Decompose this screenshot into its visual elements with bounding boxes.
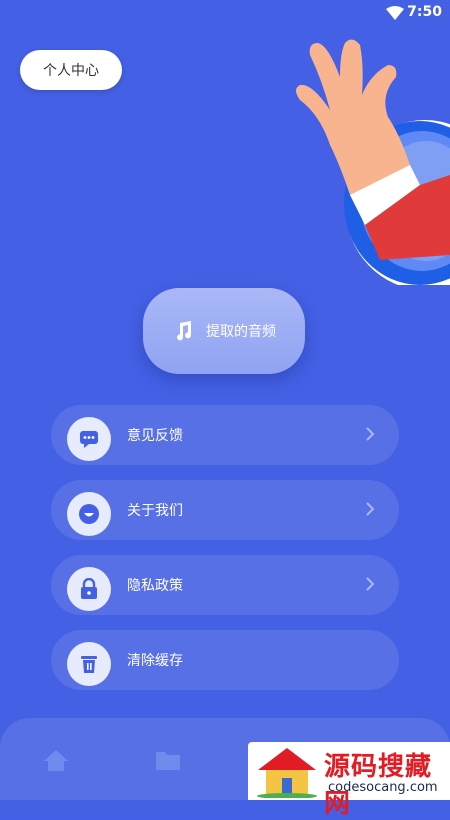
menu-item-clear-cache[interactable]: 清除缓存 <box>51 630 399 690</box>
trash-icon <box>67 642 111 686</box>
wifi-icon <box>386 6 404 20</box>
extracted-audio-label: 提取的音频 <box>206 324 276 340</box>
menu-item-feedback[interactable]: 意见反馈 <box>51 405 399 465</box>
menu-item-label: 清除缓存 <box>127 653 183 669</box>
chevron-right-icon <box>366 502 375 516</box>
chat-icon <box>67 417 111 461</box>
menu-item-label: 意见反馈 <box>127 428 183 444</box>
info-icon <box>67 492 111 536</box>
hand-illustration <box>296 39 450 285</box>
menu-item-label: 关于我们 <box>127 503 183 519</box>
menu-item-label: 隐私政策 <box>127 578 183 594</box>
watermark-subtitle: codesocang.com <box>328 780 438 795</box>
menu-item-about[interactable]: 关于我们 <box>51 480 399 540</box>
status-bar: 7:50 <box>0 0 450 24</box>
watermark: 源码搜藏网 codesocang.com <box>248 742 450 819</box>
lock-icon <box>67 567 111 611</box>
home-icon[interactable] <box>42 748 70 772</box>
status-time: 7:50 <box>407 4 442 20</box>
folder-icon[interactable] <box>154 748 182 772</box>
extracted-audio-button[interactable]: 提取的音频 <box>143 288 305 374</box>
menu-item-privacy[interactable]: 隐私政策 <box>51 555 399 615</box>
chevron-right-icon <box>366 577 375 591</box>
music-note-icon <box>177 321 192 341</box>
chevron-right-icon <box>366 427 375 441</box>
profile-center-button[interactable]: 个人中心 <box>20 50 122 90</box>
house-logo <box>257 748 317 798</box>
